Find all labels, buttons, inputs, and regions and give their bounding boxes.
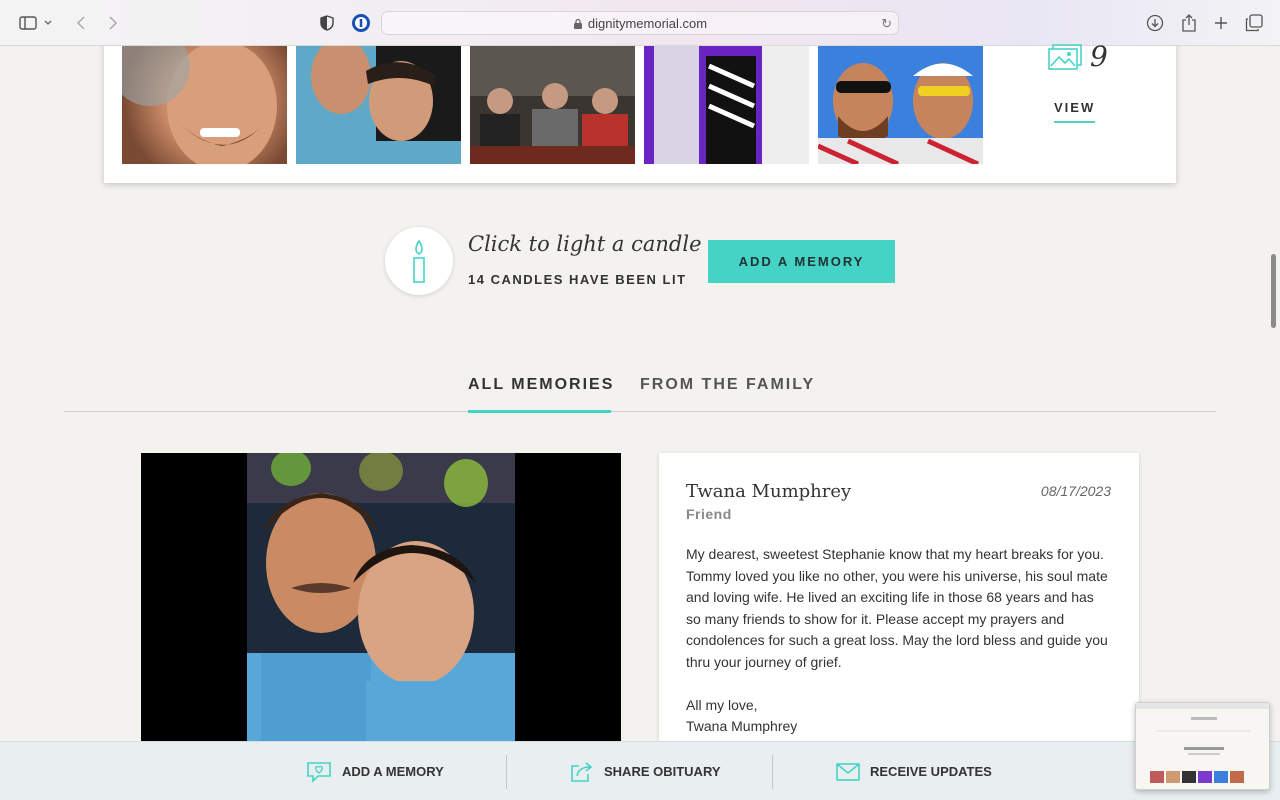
reload-icon[interactable]: ↻ [881, 16, 892, 32]
memory-bubble-icon [307, 761, 331, 783]
photo-count-number: 9 [1090, 40, 1108, 73]
memory-photo[interactable] [141, 453, 621, 743]
bottom-action-bar: ADD A MEMORY SHARE OBITUARY RECEIVE UPDA… [0, 741, 1280, 800]
password-manager-icon[interactable] [350, 12, 372, 34]
tabs-divider [64, 411, 1216, 412]
page-scrollbar[interactable] [1271, 254, 1276, 328]
chevron-down-icon[interactable] [41, 12, 55, 34]
tab-all-memories[interactable]: ALL MEMORIES [468, 376, 614, 394]
gallery-thumbnail[interactable] [470, 46, 635, 164]
download-icon[interactable] [1144, 12, 1166, 34]
photo-gallery-card [104, 30, 1176, 183]
view-gallery-link[interactable]: VIEW [1054, 100, 1096, 123]
lock-icon [573, 18, 582, 29]
share-icon[interactable] [1178, 12, 1200, 34]
add-memory-button[interactable]: ADD A MEMORY [708, 240, 895, 283]
image-gallery-icon [1048, 43, 1082, 70]
bottom-add-memory-label: ADD A MEMORY [342, 764, 444, 779]
separator [772, 755, 773, 789]
share-obituary-label: SHARE OBITUARY [604, 764, 721, 779]
light-candle-button[interactable] [385, 227, 453, 295]
shield-icon[interactable] [316, 12, 338, 34]
separator [506, 755, 507, 789]
memory-date: 08/17/2023 [1040, 483, 1111, 499]
sidebar-icon[interactable] [17, 12, 39, 34]
share-obituary-button[interactable]: SHARE OBITUARY [570, 742, 721, 800]
tab-from-the-family[interactable]: FROM THE FAMILY [640, 376, 815, 394]
photo-count[interactable]: 9 [1048, 40, 1108, 73]
memory-card: Twana Mumphrey Friend 08/17/2023 My dear… [659, 453, 1139, 753]
page-preview-thumbnail[interactable] [1135, 702, 1270, 790]
bottom-add-memory-button[interactable]: ADD A MEMORY [306, 742, 444, 800]
light-candle-link[interactable]: Click to light a candle [468, 232, 702, 256]
back-icon[interactable] [70, 12, 92, 34]
active-tab-indicator [468, 410, 611, 413]
gallery-thumbnail[interactable] [122, 46, 287, 164]
gallery-thumbnail[interactable] [644, 46, 809, 164]
new-tab-icon[interactable] [1210, 12, 1232, 34]
url-bar[interactable]: dignitymemorial.com ↻ [381, 11, 899, 35]
tabs-overview-icon[interactable] [1243, 12, 1265, 34]
envelope-icon [836, 762, 860, 781]
url-text: dignitymemorial.com [587, 15, 708, 31]
gallery-thumbnail[interactable] [296, 46, 461, 164]
candle-count-text: 14 CANDLES HAVE BEEN LIT [468, 272, 687, 287]
forward-icon[interactable] [102, 12, 124, 34]
gallery-thumbnail[interactable] [818, 46, 983, 164]
receive-updates-button[interactable]: RECEIVE UPDATES [836, 742, 992, 800]
candle-icon [413, 239, 425, 283]
memory-author-relationship: Friend [686, 506, 732, 522]
receive-updates-label: RECEIVE UPDATES [870, 764, 992, 779]
memory-message: My dearest, sweetest Stephanie know that… [686, 546, 1108, 734]
share-arrow-icon [571, 761, 593, 782]
